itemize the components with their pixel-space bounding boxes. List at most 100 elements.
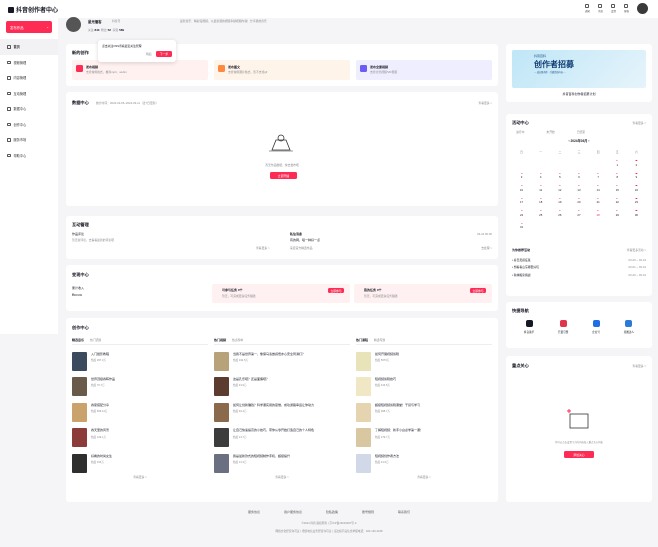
- list-item[interactable]: 短视频剪辑技巧 热度 443.8万: [356, 377, 492, 397]
- sidebar-item-video[interactable]: 视频管理: [0, 55, 58, 71]
- add-focus-button[interactable]: 添加关心: [564, 451, 594, 458]
- tab-topics[interactable]: 热门话题: [90, 338, 101, 342]
- calendar-day[interactable]: 9: [627, 171, 646, 184]
- calendar-day[interactable]: 11: [531, 184, 550, 197]
- list-item[interactable]: 如何让创新赚钱？科学课实用的思维，成功通路幸运让你动力 热度 94.4万: [214, 402, 350, 422]
- activity-item[interactable]: • 秋林搬家挑战 03-20 ~ 03-31: [512, 273, 646, 277]
- calendar-day[interactable]: 29: [608, 209, 627, 222]
- sidebar-item-home[interactable]: 首页: [0, 39, 58, 55]
- video-icon: [7, 60, 11, 64]
- footer-link[interactable]: 用户服务协议: [284, 510, 302, 514]
- calendar-day[interactable]: 1: [608, 159, 627, 172]
- list-item[interactable]: 我是最新款式的短视频制作手机，超级提升 热度 13.4万: [214, 453, 350, 473]
- list-item[interactable]: 了解短视频：新手小白必学第一课！ 热度 279.7万: [356, 428, 492, 448]
- calendar-day[interactable]: 15: [608, 184, 627, 197]
- calendar-day[interactable]: 12: [550, 184, 569, 197]
- my-task-button[interactable]: 立即参与: [470, 288, 486, 293]
- notification-icon[interactable]: 通知: [585, 4, 590, 13]
- join-task-button[interactable]: 立即参与: [328, 288, 344, 293]
- calendar-day[interactable]: 18: [531, 196, 550, 209]
- calendar-day[interactable]: 13: [569, 184, 588, 197]
- video-icon: [76, 65, 83, 72]
- tab-courses[interactable]: 热门课程: [356, 338, 368, 342]
- chevron-down-icon[interactable]: ⌄: [46, 25, 49, 29]
- sidebar-item-market[interactable]: 服务市场: [0, 132, 58, 148]
- list-item[interactable]: 让自己快速提高的小技巧，带你从零开始打造自己的个人特色 热度 13.7万: [214, 428, 350, 448]
- app-logo[interactable]: 抖音创作者中心: [8, 5, 58, 14]
- publish-panorama-card[interactable]: 发布全景视频 支持全景视频/VR视频: [356, 60, 492, 80]
- calendar-day[interactable]: 4: [531, 171, 550, 184]
- calendar-day[interactable]: 20: [569, 196, 588, 209]
- list-item[interactable]: 春夏搭配分享 热度 669.14万: [72, 402, 208, 422]
- quick-nav-item[interactable]: 巨量引擎: [558, 320, 568, 334]
- calendar-day[interactable]: 21: [589, 196, 608, 209]
- recruit-banner[interactable]: 抖音百科 创作者招募 — 成长路有你 · 共建优质内容 — 抖音百科创作者招募计…: [506, 44, 652, 102]
- sidebar-item-help[interactable]: 帮助中心: [0, 148, 58, 164]
- calendar-day[interactable]: 30: [627, 209, 646, 222]
- calendar-day[interactable]: 24: [512, 209, 531, 222]
- calendar-day[interactable]: 2: [627, 159, 646, 172]
- calendar-day[interactable]: 26: [550, 209, 569, 222]
- calendar-day[interactable]: 5: [550, 171, 569, 184]
- calendar-day[interactable]: 6: [569, 171, 588, 184]
- list-item[interactable]: 这是孔乐吧？还是面瘫吧？ 热度 43.9万: [214, 377, 350, 397]
- tab-topics2[interactable]: 精选专题: [374, 338, 385, 342]
- tab-music[interactable]: 精选音乐: [72, 338, 84, 342]
- support-icon[interactable]: 客服: [624, 4, 629, 13]
- data-center-more-link[interactable]: 查看更多 >: [478, 101, 492, 105]
- quick-nav-item[interactable]: 星图达人: [624, 320, 634, 334]
- popup-next-button[interactable]: 下一步: [156, 51, 172, 57]
- list-item[interactable]: 当我不是世界第一，像保马凑嵌感悟亦心安全局满打？ 热度 192.5万: [214, 351, 350, 371]
- list-item[interactable]: 春天里的风景 热度 129.1万: [72, 428, 208, 448]
- activity-more-link[interactable]: 查看更多 >: [632, 121, 646, 125]
- start-live-button[interactable]: 立即开播: [270, 172, 297, 179]
- activity-item[interactable]: • 想看看山东哪里好玩 03-01 ~ 03-31: [512, 265, 646, 269]
- list-item[interactable]: 世界顶级春晖作品 热度 76.7万: [72, 377, 208, 397]
- footer-link[interactable]: 联系我们: [398, 510, 410, 514]
- calendar-day[interactable]: 7: [589, 171, 608, 184]
- list-item[interactable]: 超级短视频剪辑课堂！干货与学习 热度 398.7万: [356, 402, 492, 422]
- more-videos-link[interactable]: 查看更多 >: [214, 475, 350, 479]
- calendar-day[interactable]: 14: [589, 184, 608, 197]
- list-item[interactable]: 好看的时尚女生 热度 163万: [72, 453, 208, 473]
- footer-link[interactable]: 服务协议: [248, 510, 260, 514]
- publish-video-card[interactable]: 发布视频 支持常用格式，推荐mp4、webm: [72, 60, 208, 80]
- sidebar-item-data[interactable]: 数据中心: [0, 101, 58, 117]
- tab-hot-videos[interactable]: 热门视频: [214, 338, 226, 342]
- calendar-day[interactable]: 28: [589, 209, 608, 222]
- calendar-day[interactable]: 23: [627, 196, 646, 209]
- footer-link[interactable]: 隐私政策: [326, 510, 338, 514]
- user-avatar[interactable]: [637, 3, 648, 14]
- calendar-day[interactable]: 3: [512, 171, 531, 184]
- calendar-day[interactable]: 17: [512, 196, 531, 209]
- settings-icon[interactable]: 设置: [611, 4, 616, 13]
- calendar-day[interactable]: 22: [608, 196, 627, 209]
- activity-item[interactable]: • 春日灵感征集 03-20 ~ 03-31: [512, 258, 646, 262]
- list-item[interactable]: 入门摄影教程 热度 297.3万: [72, 351, 208, 371]
- publish-button[interactable]: 发布作品 ⌄: [6, 21, 52, 33]
- message-icon[interactable]: 消息: [598, 4, 603, 13]
- calendar-day[interactable]: 27: [569, 209, 588, 222]
- calendar-day[interactable]: 8: [608, 171, 627, 184]
- comments-link[interactable]: 查看更多 >: [256, 246, 270, 250]
- sidebar-item-interaction[interactable]: 互动管理: [0, 86, 58, 102]
- footer-link[interactable]: 账号规则: [362, 510, 374, 514]
- sidebar-item-creation[interactable]: 创作中心: [0, 117, 58, 133]
- quick-nav-item[interactable]: 抖音助手: [524, 320, 534, 334]
- more-courses-link[interactable]: 查看更多 >: [356, 475, 492, 479]
- calendar-day[interactable]: 19: [550, 196, 569, 209]
- tab-hot-list[interactable]: 热点榜单: [232, 338, 243, 342]
- publish-image-card[interactable]: 发布图文 支持常用图片格式，暂不支持gif: [214, 60, 350, 80]
- list-item[interactable]: 短视频创作者方法 热度 44.6万: [356, 453, 492, 473]
- more-music-link[interactable]: 查看更多 >: [72, 475, 208, 479]
- calendar-day[interactable]: 25: [531, 209, 550, 222]
- profile-avatar: [66, 17, 81, 32]
- calendar-day[interactable]: 31: [512, 221, 531, 234]
- sidebar-item-content[interactable]: 内容管理: [0, 70, 58, 86]
- calendar-day[interactable]: 10: [512, 184, 531, 197]
- calendar-day[interactable]: 16: [627, 184, 646, 197]
- popup-later-button[interactable]: 稍后: [146, 52, 152, 56]
- list-item[interactable]: 如何开展视频剪辑 热度 5670万: [356, 351, 492, 371]
- dm-link[interactable]: 去处理 >: [481, 246, 492, 250]
- quick-nav-item[interactable]: 企业号: [592, 320, 600, 334]
